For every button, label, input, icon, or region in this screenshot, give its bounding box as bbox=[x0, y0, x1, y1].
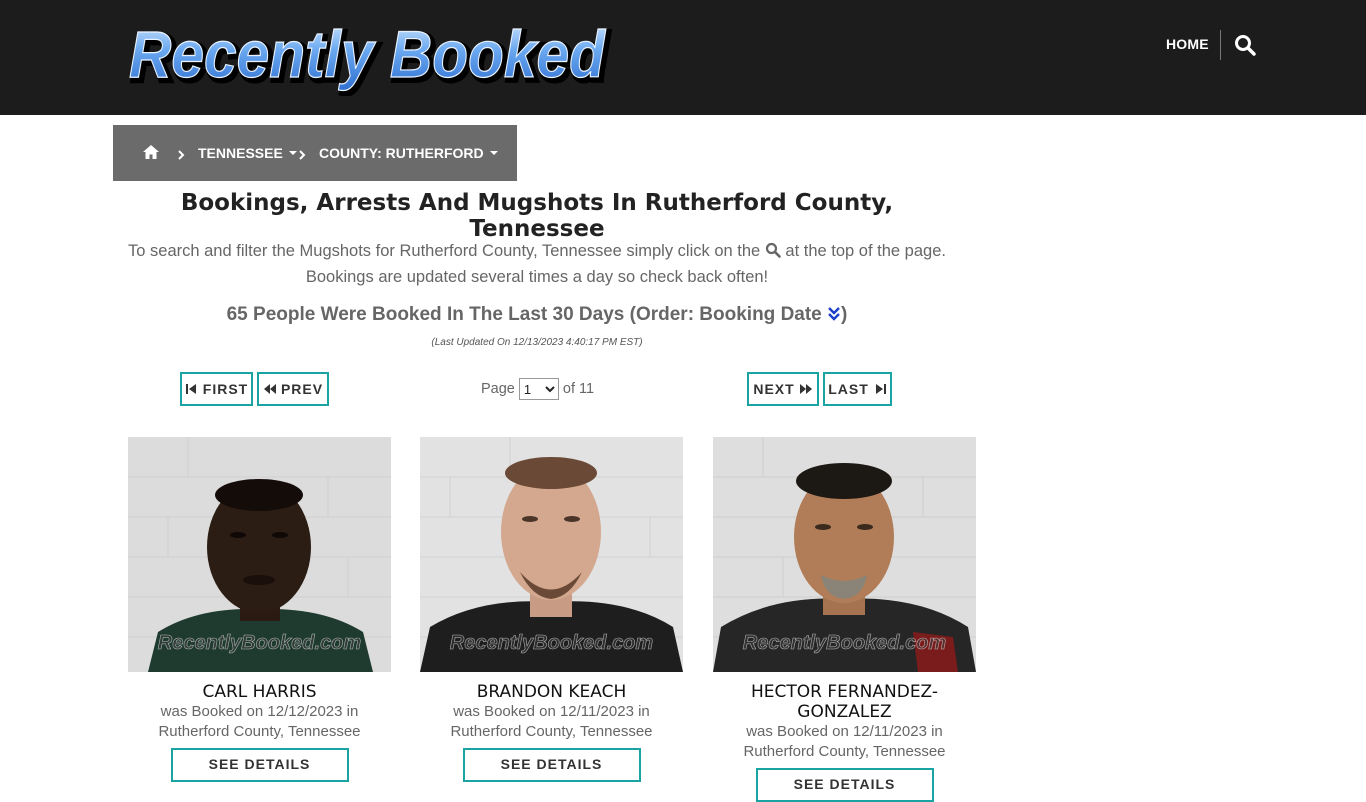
page-total: of 11 bbox=[562, 381, 595, 397]
see-details-button[interactable]: SEE DETAILS bbox=[170, 748, 349, 782]
inmate-name-line1: HECTOR FERNANDEZ- bbox=[750, 682, 939, 702]
see-details-button[interactable]: SEE DETAILS bbox=[755, 768, 934, 802]
booking-count: 65 People Were Booked In The Last 30 Day… bbox=[113, 304, 961, 326]
booking-date: was Booked on 12/11/2023 in bbox=[453, 703, 650, 720]
inmate-name[interactable]: CARL HARRIS bbox=[128, 682, 391, 702]
page-label: Page bbox=[481, 381, 515, 397]
prev-page-label: PREV bbox=[280, 381, 324, 397]
intro-text: To search and filter the Mugshots for Ru… bbox=[113, 238, 961, 290]
svg-text:Recently Booked: Recently Booked bbox=[129, 17, 606, 91]
nav-home-link[interactable]: HOME bbox=[1166, 36, 1209, 52]
last-page-button[interactable]: LAST bbox=[823, 372, 892, 406]
search-icon bbox=[765, 240, 781, 258]
watermark: RecentlyBooked.com bbox=[742, 632, 947, 655]
booking-location: Rutherford County, Tennessee bbox=[743, 743, 946, 760]
intro-before: To search and filter the Mugshots for Ru… bbox=[128, 242, 761, 260]
chevron-right-icon bbox=[298, 146, 306, 160]
nav-divider bbox=[1220, 30, 1221, 60]
first-page-label: FIRST bbox=[202, 381, 249, 397]
site-header: Recently Booked Recently Booked HOME bbox=[0, 0, 1366, 115]
booking-count-text: 65 People Were Booked In The Last 30 Day… bbox=[226, 304, 822, 325]
inmate-name[interactable]: HECTOR FERNANDEZ- GONZALEZ bbox=[713, 682, 976, 722]
page-select[interactable]: 1 bbox=[518, 378, 559, 400]
booking-date: was Booked on 12/12/2023 in bbox=[160, 703, 359, 720]
booking-card[interactable]: BRANDON KEACH was Booked on 12/11/2023 i… bbox=[420, 437, 683, 782]
first-page-icon bbox=[185, 384, 196, 394]
booking-date: was Booked on 12/11/2023 in bbox=[746, 723, 943, 740]
intro-after: at the top of the page. bbox=[785, 242, 946, 260]
page-selector: Page 1 of 11 bbox=[481, 378, 594, 400]
home-icon[interactable] bbox=[142, 144, 160, 160]
inmate-name-line2: GONZALEZ bbox=[797, 702, 892, 722]
last-page-label: LAST bbox=[828, 381, 869, 397]
last-updated: (Last Updated On 12/13/2023 4:40:17 PM E… bbox=[431, 337, 643, 348]
breadcrumb-county[interactable]: COUNTY: RUTHERFORD bbox=[319, 145, 498, 161]
forward-icon bbox=[799, 384, 812, 394]
breadcrumb-state[interactable]: TENNESSEE bbox=[198, 145, 297, 161]
booking-card[interactable]: CARL HARRIS was Booked on 12/12/2023 in … bbox=[128, 437, 391, 782]
see-details-button[interactable]: SEE DETAILS bbox=[462, 748, 641, 782]
page-title: Bookings, Arrests And Mugshots In Ruther… bbox=[180, 190, 894, 242]
booking-location: Rutherford County, Tennessee bbox=[158, 723, 361, 740]
next-page-label: NEXT bbox=[753, 381, 795, 397]
last-page-icon bbox=[875, 384, 886, 394]
logo-image: Recently Booked Recently Booked bbox=[128, 16, 612, 96]
intro-line2: Bookings are updated several times a day… bbox=[305, 268, 769, 286]
booking-card[interactable]: HECTOR FERNANDEZ- GONZALEZ was Booked on … bbox=[713, 437, 976, 802]
backward-icon bbox=[263, 384, 276, 394]
prev-page-button[interactable]: PREV bbox=[257, 372, 329, 406]
next-page-button[interactable]: NEXT bbox=[747, 372, 819, 406]
sort-descending-icon[interactable] bbox=[827, 306, 841, 322]
inmate-name[interactable]: BRANDON KEACH bbox=[420, 682, 683, 702]
watermark: RecentlyBooked.com bbox=[449, 632, 654, 655]
booking-location: Rutherford County, Tennessee bbox=[450, 723, 653, 740]
first-page-button[interactable]: FIRST bbox=[180, 372, 253, 406]
caret-down-icon bbox=[489, 151, 498, 155]
watermark: RecentlyBooked.com bbox=[157, 632, 362, 655]
caret-down-icon bbox=[288, 151, 297, 155]
site-logo[interactable]: Recently Booked Recently Booked bbox=[126, 14, 616, 96]
breadcrumb: TENNESSEE COUNTY: RUTHERFORD bbox=[113, 125, 517, 181]
booking-count-close: ) bbox=[841, 304, 848, 325]
breadcrumb-state-label: TENNESSEE bbox=[198, 145, 283, 161]
search-icon[interactable] bbox=[1234, 34, 1256, 56]
chevron-right-icon bbox=[177, 146, 185, 160]
breadcrumb-county-label: COUNTY: RUTHERFORD bbox=[319, 145, 484, 161]
